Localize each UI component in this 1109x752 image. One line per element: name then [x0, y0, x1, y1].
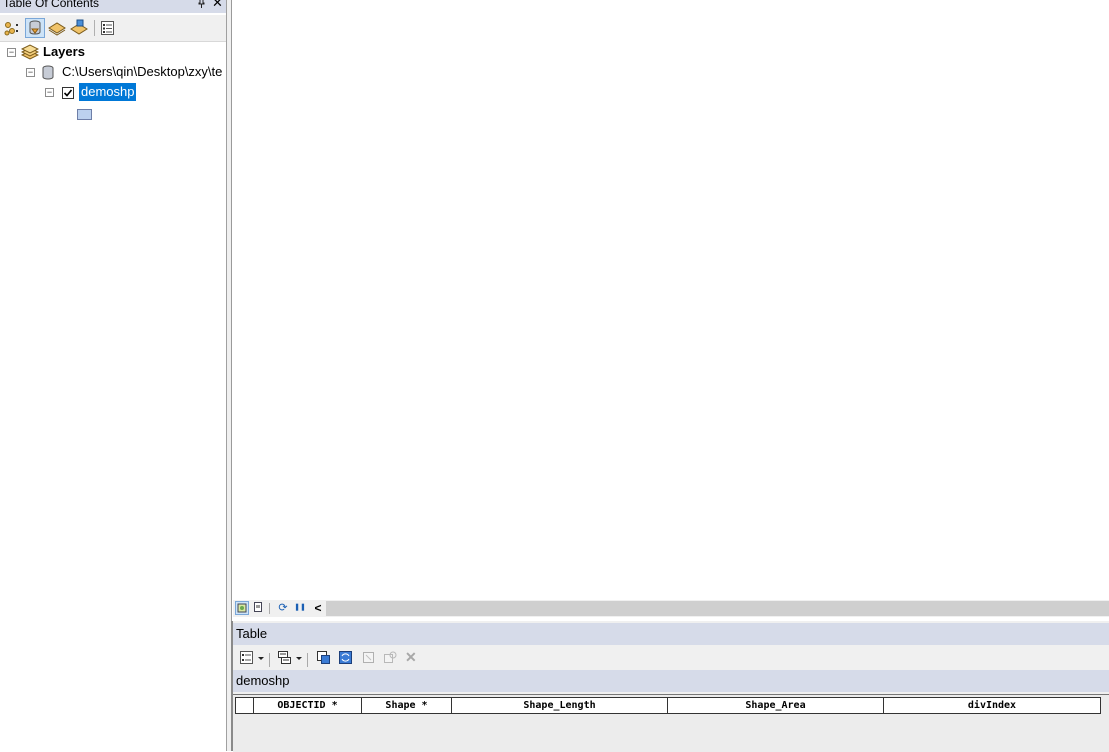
- column-header-objectid[interactable]: OBJECTID *: [254, 698, 362, 713]
- column-header-shape[interactable]: Shape *: [362, 698, 452, 713]
- layout-view-icon: [254, 602, 262, 612]
- toolbar-separator: [307, 653, 308, 667]
- toolbar-separator: [269, 653, 270, 667]
- data-view-icon: [237, 603, 247, 613]
- table-of-contents-pane: Table Of Contents ✕ − Layers − C:\Users\…: [0, 0, 227, 751]
- polygon-symbol-swatch[interactable]: [77, 109, 92, 120]
- column-header-shape-area[interactable]: Shape_Area: [668, 698, 884, 713]
- options-icon: [101, 21, 114, 35]
- pause-icon[interactable]: ❚❚: [293, 601, 307, 615]
- toc-title: Table Of Contents: [3, 0, 100, 10]
- table-title: Table: [236, 626, 268, 641]
- row-selector-header[interactable]: [236, 698, 254, 713]
- visibility-icon: [48, 22, 66, 36]
- table-toolbar: ✕: [233, 645, 1109, 669]
- related-tables-icon[interactable]: [277, 650, 292, 665]
- layer-name-label[interactable]: demoshp: [79, 83, 137, 101]
- table-title-bar: Table: [233, 623, 1109, 645]
- workspace-path-label: C:\Users\qin\Desktop\zxy\te: [62, 64, 223, 79]
- table-window: Table ✕ demoshp OBJECTID * Shape * Shape…: [231, 621, 1109, 752]
- switch-selection-icon[interactable]: [338, 650, 353, 665]
- list-by-source-button[interactable]: [25, 18, 45, 38]
- scroll-left-icon[interactable]: <: [311, 601, 325, 615]
- list-by-selection-button[interactable]: [69, 18, 89, 38]
- tree-node-layers[interactable]: − Layers: [0, 43, 226, 61]
- table-layer-name: demoshp: [236, 673, 290, 688]
- selection-icon: [70, 19, 88, 35]
- toc-title-bar: Table Of Contents ✕: [0, 0, 226, 13]
- refresh-icon[interactable]: ⟳: [276, 601, 290, 615]
- collapse-icon[interactable]: −: [45, 88, 54, 97]
- toolbar-separator: [269, 603, 270, 614]
- layer-visibility-checkbox[interactable]: [62, 87, 74, 99]
- toolbar-separator: [94, 20, 95, 36]
- chevron-down-icon[interactable]: [295, 650, 303, 665]
- zoom-to-selected-icon[interactable]: [383, 650, 398, 665]
- tree-node-demoshp[interactable]: − demoshp: [0, 83, 226, 101]
- database-icon: [41, 65, 55, 81]
- horizontal-scrollbar[interactable]: [326, 601, 1109, 616]
- chevron-down-icon[interactable]: [257, 650, 265, 665]
- close-icon[interactable]: ✕: [212, 0, 223, 9]
- layers-label: Layers: [43, 44, 85, 59]
- attribute-table-grid[interactable]: OBJECTID * Shape * Shape_Length Shape_Ar…: [233, 694, 1109, 752]
- delete-selected-icon[interactable]: ✕: [405, 650, 420, 665]
- collapse-icon[interactable]: −: [26, 68, 35, 77]
- clear-selection-icon[interactable]: [361, 650, 376, 665]
- tree-node-workspace[interactable]: − C:\Users\qin\Desktop\zxy\te: [0, 63, 226, 81]
- map-canvas[interactable]: [233, 0, 1109, 600]
- table-header-row: OBJECTID * Shape * Shape_Length Shape_Ar…: [235, 697, 1101, 714]
- toc-toolbar: [0, 15, 226, 42]
- column-header-divindex[interactable]: divIndex: [884, 698, 1100, 713]
- table-options-icon[interactable]: [239, 650, 254, 665]
- list-by-visibility-button[interactable]: [47, 18, 67, 38]
- source-icon: [29, 20, 41, 35]
- layers-icon: [20, 44, 40, 65]
- list-by-drawing-order-button[interactable]: [3, 18, 23, 38]
- layout-view-button[interactable]: [251, 601, 265, 615]
- table-layer-tab[interactable]: demoshp: [233, 670, 1109, 692]
- pin-icon[interactable]: [197, 0, 206, 11]
- drawing-order-icon: [4, 22, 18, 36]
- select-by-attributes-icon[interactable]: [316, 650, 331, 665]
- options-button[interactable]: [98, 18, 118, 38]
- column-header-shape-length[interactable]: Shape_Length: [452, 698, 668, 713]
- collapse-icon[interactable]: −: [7, 48, 16, 57]
- data-view-button[interactable]: [235, 601, 249, 615]
